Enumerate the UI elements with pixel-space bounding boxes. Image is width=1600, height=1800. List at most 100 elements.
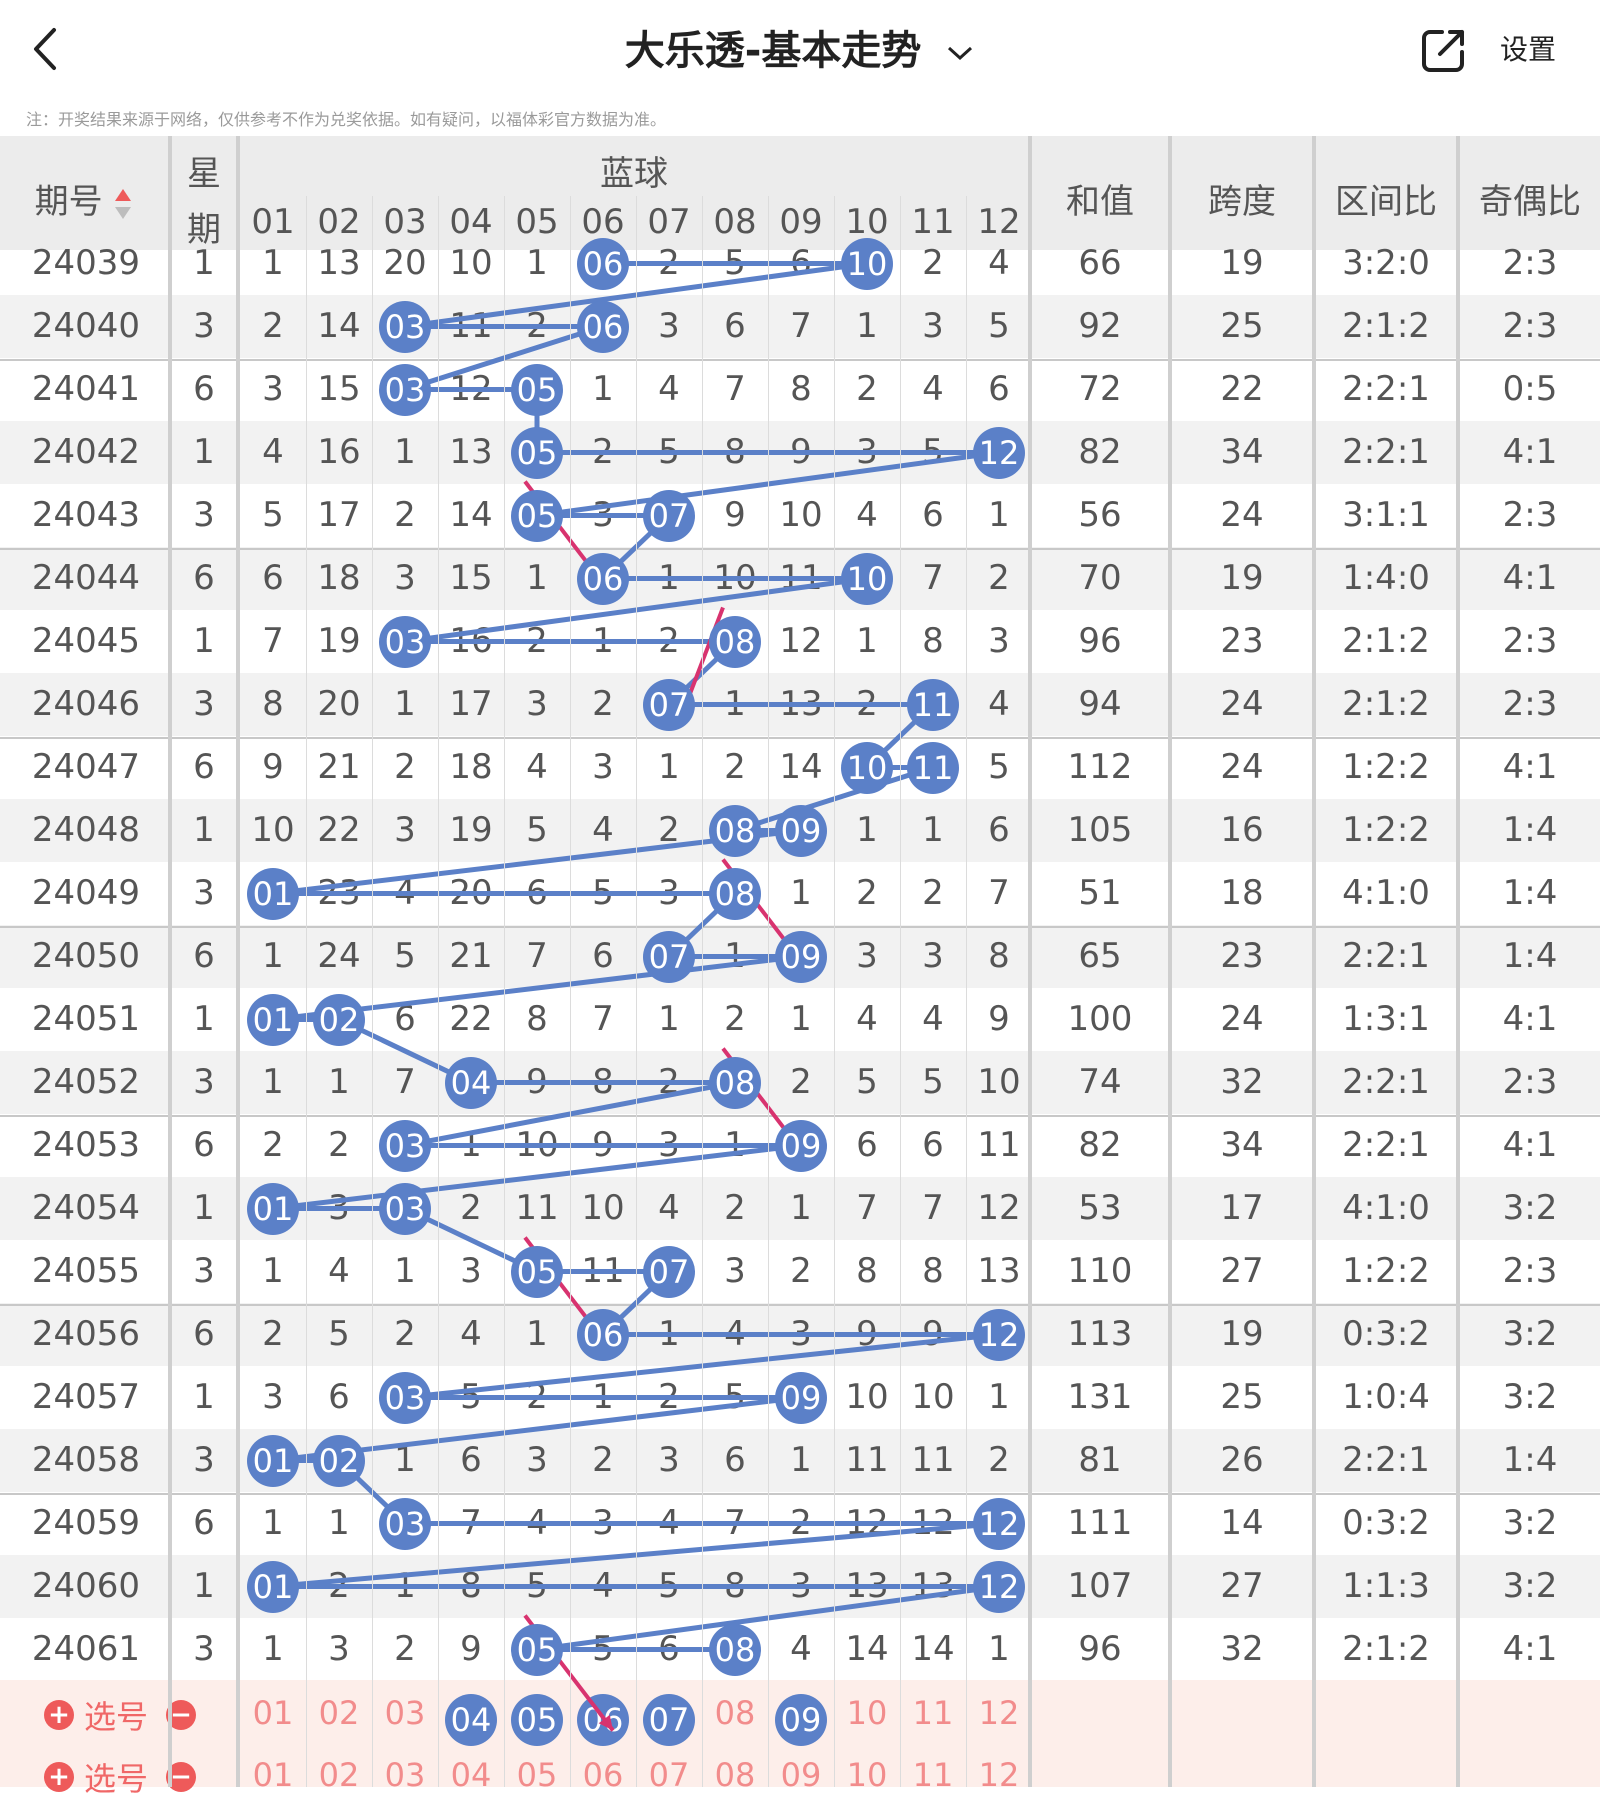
odd-even-ratio-cell: 4:1 — [1502, 432, 1558, 472]
miss-count-cell: 5 — [988, 747, 1010, 787]
miss-count-cell: 10 — [515, 1125, 559, 1165]
odd-even-ratio-cell: 2:3 — [1502, 1062, 1558, 1102]
miss-count-cell: 5 — [592, 873, 614, 913]
miss-count-cell: 11 — [515, 1188, 559, 1228]
select-label: 选号 — [84, 1760, 149, 1798]
miss-count-cell: 2 — [724, 999, 746, 1039]
blue-ball-hit: 03 — [379, 1119, 431, 1172]
miss-count-cell: 6 — [460, 1440, 482, 1480]
interval-ratio-cell: 3:1:1 — [1342, 495, 1430, 535]
plus-icon[interactable]: + — [44, 1700, 74, 1730]
odd-even-ratio-cell: 0:5 — [1502, 369, 1558, 409]
blue-ball-hit: 01 — [247, 1182, 299, 1235]
miss-count-cell: 12 — [911, 1503, 955, 1543]
miss-count-cell: 3 — [394, 558, 416, 598]
selectable-number[interactable]: 04 — [438, 1756, 504, 1794]
sum-header: 和值 — [1066, 182, 1134, 222]
selected-number-ball[interactable]: 05 — [511, 1694, 563, 1746]
miss-count-cell: 18 — [449, 747, 493, 787]
number-column-divider — [636, 196, 637, 1787]
selectable-number[interactable]: 10 — [834, 1756, 900, 1794]
blue-ball-hit: 03 — [379, 1182, 431, 1235]
table-row: 24042 1 4 16 1 13 2 5 8 9 3 5 82 34 2:2:1 4:1 — [0, 421, 1600, 484]
miss-count-cell: 1 — [394, 684, 416, 724]
blue-ball-hit: 08 — [709, 1623, 761, 1676]
selectable-number[interactable]: 10 — [834, 1694, 900, 1732]
miss-count-cell: 6 — [262, 558, 284, 598]
miss-count-cell: 11 — [449, 306, 493, 346]
period-cell: 24048 — [31, 810, 141, 850]
selectable-number[interactable]: 08 — [702, 1694, 768, 1732]
selectable-number[interactable]: 01 — [240, 1756, 306, 1794]
group-divider — [0, 1115, 1600, 1117]
selectable-number[interactable]: 11 — [900, 1694, 966, 1732]
selectable-number[interactable]: 09 — [768, 1756, 834, 1794]
interval-ratio-cell: 1:4:0 — [1342, 558, 1430, 598]
miss-count-cell: 8 — [724, 432, 746, 472]
blue-ball-hit: 06 — [577, 237, 629, 290]
period-cell: 24060 — [31, 1566, 141, 1606]
blue-ball-hit: 08 — [709, 1056, 761, 1109]
selectable-number[interactable]: 07 — [636, 1756, 702, 1794]
miss-count-cell: 4 — [922, 369, 944, 409]
selectable-number[interactable]: 05 — [504, 1756, 570, 1794]
miss-count-cell: 1 — [658, 999, 680, 1039]
number-column-divider — [900, 196, 901, 1787]
miss-count-cell: 4 — [658, 369, 680, 409]
selectable-number[interactable]: 02 — [306, 1694, 372, 1732]
selectable-number[interactable]: 08 — [702, 1756, 768, 1794]
share-icon[interactable] — [1420, 26, 1468, 74]
odd-even-ratio-cell: 4:1 — [1502, 747, 1558, 787]
miss-count-cell: 1 — [790, 1440, 812, 1480]
miss-count-cell: 2 — [262, 1125, 284, 1165]
miss-count-cell: 4 — [988, 243, 1010, 283]
miss-count-cell: 8 — [856, 1251, 878, 1291]
selectable-number[interactable]: 12 — [966, 1694, 1032, 1732]
settings-button[interactable]: 设置 — [1500, 28, 1556, 68]
period-cell: 24043 — [31, 495, 141, 535]
miss-count-cell: 2 — [394, 1314, 416, 1354]
miss-count-cell: 3 — [526, 684, 548, 724]
miss-count-cell: 4 — [526, 1503, 548, 1543]
selected-number-ball[interactable]: 07 — [643, 1694, 695, 1746]
miss-count-cell: 10 — [449, 243, 493, 283]
blue-ball-hit: 07 — [643, 489, 695, 542]
selectable-number[interactable]: 11 — [900, 1756, 966, 1794]
selectable-number[interactable]: 01 — [240, 1694, 306, 1732]
period-cell: 24059 — [31, 1503, 141, 1543]
blue-ball-hit: 09 — [775, 804, 827, 857]
selectable-number[interactable]: 02 — [306, 1756, 372, 1794]
span-cell: 25 — [1220, 1377, 1264, 1417]
interval-ratio-cell: 1:0:4 — [1342, 1377, 1430, 1417]
period-header[interactable]: 期号 — [0, 174, 168, 223]
miss-count-cell: 20 — [383, 243, 427, 283]
plus-icon[interactable]: + — [44, 1762, 74, 1792]
miss-count-cell: 5 — [592, 1629, 614, 1669]
span-cell: 23 — [1220, 936, 1264, 976]
period-cell: 24041 — [31, 369, 141, 409]
selectable-number[interactable]: 06 — [570, 1756, 636, 1794]
interval-ratio-cell: 2:2:1 — [1342, 369, 1430, 409]
selectable-number[interactable]: 03 — [372, 1694, 438, 1732]
miss-count-cell: 1 — [724, 936, 746, 976]
span-cell: 32 — [1220, 1062, 1264, 1102]
miss-count-cell: 3 — [922, 306, 944, 346]
miss-count-cell: 19 — [317, 621, 361, 661]
selectable-number[interactable]: 12 — [966, 1756, 1032, 1794]
miss-count-cell: 9 — [922, 1314, 944, 1354]
miss-count-cell: 7 — [922, 558, 944, 598]
miss-count-cell: 10 — [845, 1377, 889, 1417]
span-cell: 25 — [1220, 306, 1264, 346]
span-cell: 19 — [1220, 1314, 1264, 1354]
number-column-divider — [834, 196, 835, 1787]
selected-number-ball[interactable]: 09 — [775, 1694, 827, 1746]
odd-even-ratio-cell: 3:2 — [1502, 1188, 1558, 1228]
selected-number-ball[interactable]: 04 — [445, 1694, 497, 1746]
number-column-divider — [372, 196, 373, 1787]
selected-number-ball[interactable]: 06 — [577, 1694, 629, 1746]
miss-count-cell: 1 — [394, 1251, 416, 1291]
selectable-number[interactable]: 03 — [372, 1756, 438, 1794]
page-title-dropdown[interactable]: 大乐透-基本走势 — [0, 18, 1600, 76]
weekday-cell: 1 — [193, 1377, 215, 1417]
interval-ratio-cell: 2:2:1 — [1342, 1062, 1430, 1102]
